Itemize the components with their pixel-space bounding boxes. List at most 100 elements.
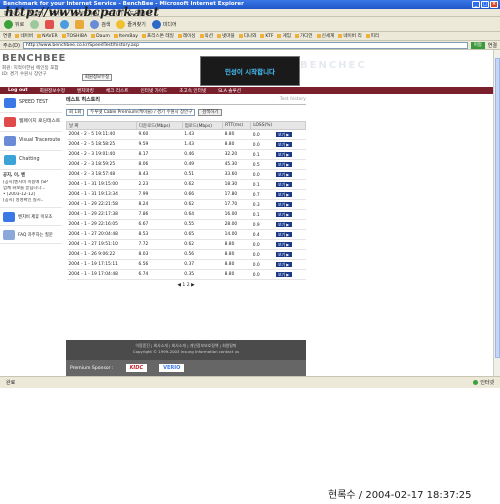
- count-select[interactable]: 회 1회: [66, 109, 85, 116]
- sidebar-item-speed-test[interactable]: SPEED TEST: [0, 94, 62, 113]
- sponsor-logo-verio[interactable]: VERIO: [159, 364, 185, 372]
- cell-rtt: 17.70: [222, 199, 251, 210]
- stop-button[interactable]: [45, 19, 55, 29]
- cell-rtt: 45.30: [222, 159, 251, 170]
- site-footer: 이용증진 | 회사소개 | 회사소개 | 개인정보보호정책 | 회원탈퇴 Cop…: [66, 340, 306, 360]
- view-detail-button[interactable]: 보기 ▶: [275, 201, 292, 207]
- favorite-link[interactable]: 디나와: [238, 33, 256, 39]
- favorite-link[interactable]: 옥션: [199, 33, 213, 39]
- loss-value: 0.0: [252, 132, 260, 138]
- home-button[interactable]: [75, 19, 85, 29]
- favorite-link[interactable]: TOSHIBA: [61, 33, 87, 39]
- page-icon: [338, 34, 343, 38]
- nav-checklist[interactable]: 체크 리스트: [100, 88, 135, 94]
- view-detail-button[interactable]: 보기 ▶: [275, 181, 292, 187]
- page-icon: [238, 34, 243, 38]
- minimize-button[interactable]: _: [472, 1, 480, 8]
- cell-upload: 0.49: [182, 159, 223, 170]
- forward-button[interactable]: [30, 19, 40, 29]
- sidebar-item-chatting[interactable]: Chatting: [0, 151, 62, 170]
- favorite-link[interactable]: 피리: [365, 33, 379, 39]
- page-icon: [260, 34, 265, 38]
- table-row: 2004 - 1 - 31 19:13:34 7.99 0.66 17.80 0.7 보기…: [66, 189, 306, 200]
- cell-rtt: 8.80: [222, 269, 251, 280]
- vertical-scrollbar[interactable]: [493, 50, 500, 376]
- view-detail-button[interactable]: 보기 ▶: [275, 131, 292, 137]
- view-detail-button[interactable]: 보기 ▶: [275, 241, 292, 247]
- search-button[interactable]: 검색하기: [198, 109, 223, 116]
- sidebar-item-traceroute[interactable]: Visual Traceroute: [0, 132, 62, 151]
- view-detail-button[interactable]: 보기 ▶: [275, 151, 292, 157]
- nav-benchmark[interactable]: 벤치마킹: [71, 88, 100, 94]
- view-detail-button[interactable]: 보기 ▶: [275, 271, 292, 277]
- maximize-button[interactable]: □: [481, 1, 489, 8]
- cell-loss: 0.9 보기 ▶: [250, 219, 306, 230]
- cell-upload: 0.62: [182, 179, 223, 190]
- sidebar-item-label: Visual Traceroute: [19, 138, 61, 144]
- user-info-line: ID: 경기 수원시 장안구: [2, 72, 47, 77]
- favorite-link[interactable]: 네이버: [15, 33, 33, 39]
- view-detail-button[interactable]: 보기 ▶: [275, 171, 292, 177]
- view-detail-button[interactable]: 보기 ▶: [275, 161, 292, 167]
- pagination[interactable]: ◀ 1 2 ▶: [66, 283, 306, 288]
- cell-date: 2004 - 2 - 3 18:59:25: [66, 159, 137, 170]
- favorite-link[interactable]: 가디언: [294, 33, 313, 39]
- loss-value: 0.9: [252, 222, 260, 228]
- search-button[interactable]: 검색: [90, 19, 110, 29]
- favorite-link[interactable]: 레이싱: [177, 33, 196, 39]
- nav-logout[interactable]: Log out: [2, 88, 34, 93]
- edit-member-button[interactable]: 회원정보수정: [82, 74, 112, 81]
- go-button[interactable]: 이동: [470, 41, 485, 49]
- notice-title[interactable]: 공지, 이, 벤: [3, 173, 59, 179]
- cell-upload: 0.62: [182, 199, 223, 210]
- cell-loss: 0.3 보기 ▶: [250, 199, 306, 210]
- view-detail-button[interactable]: 보기 ▶: [275, 261, 292, 267]
- cell-loss: 0.1 보기 ▶: [250, 209, 306, 220]
- favorite-link[interactable]: Daum: [91, 33, 110, 39]
- top-banner[interactable]: 민성이 시작합니다: [200, 56, 300, 86]
- refresh-icon: [60, 19, 70, 29]
- nav-broadband[interactable]: 초고속 인터넷: [173, 88, 212, 94]
- sponsor-logo-kidc[interactable]: KIDC: [125, 364, 148, 372]
- sidebar-item-label: Chatting: [19, 157, 40, 163]
- nav-guide[interactable]: 인터넷 가이드: [134, 88, 173, 94]
- copyright: Copyright © 1999-2003 Insung Information…: [132, 348, 240, 354]
- favorite-link[interactable]: 프리스톤 테일: [142, 33, 174, 39]
- nav-member[interactable]: 회원정보수정: [34, 88, 71, 94]
- site-logo[interactable]: BENCHBEE: [2, 53, 65, 64]
- refresh-button[interactable]: [60, 19, 70, 29]
- view-detail-button[interactable]: 보기 ▶: [275, 251, 292, 257]
- favorite-link[interactable]: 게임: [277, 33, 291, 39]
- cell-loss: 0.0 보기 ▶: [250, 129, 306, 140]
- view-detail-button[interactable]: 보기 ▶: [275, 141, 292, 147]
- view-detail-button[interactable]: 보기 ▶: [275, 211, 292, 217]
- sidebar-item-faq[interactable]: FAQ 자주하는 질문: [0, 226, 62, 244]
- provider-select[interactable]: 두루넷 Cable Premium(케이블) / 경기 수원시 장안구: [87, 109, 196, 116]
- page-icon: [277, 34, 282, 38]
- favorite-link[interactable]: NAVER: [37, 33, 58, 39]
- favorite-link[interactable]: 신세계: [316, 33, 334, 39]
- favorite-link[interactable]: 네이버 리: [338, 33, 362, 39]
- sidebar-item-partnership[interactable]: 벤치비 제휴 이모조: [0, 208, 62, 226]
- cell-rtt: 16.00: [222, 209, 251, 220]
- view-detail-button[interactable]: 보기 ▶: [275, 191, 292, 197]
- favorites-button[interactable]: 즐겨찾기: [116, 19, 146, 29]
- favorite-link[interactable]: 넷마블: [217, 33, 235, 39]
- nav-sla[interactable]: SLA 솔루션: [212, 88, 247, 94]
- cell-rtt: 8.80: [222, 139, 251, 150]
- url-input[interactable]: http://www.benchbee.co.kr/SpeedTest/hist…: [22, 41, 468, 49]
- view-detail-button[interactable]: 보기 ▶: [275, 221, 292, 227]
- cell-date: 2004 - 2 - 3 18:57:48: [66, 169, 137, 180]
- cell-date: 2004 - 1 - 29 22:16:05: [66, 219, 137, 230]
- notice-item[interactable]: [공지] 성명확인 실시..: [3, 198, 59, 204]
- cell-rtt: 8.80: [222, 249, 251, 260]
- links-toggle[interactable]: 연결: [488, 42, 497, 49]
- view-detail-button[interactable]: 보기 ▶: [275, 231, 292, 237]
- scrollbar-thumb[interactable]: [495, 58, 500, 358]
- favorite-link[interactable]: ItemBay: [113, 33, 138, 39]
- sidebar-item-web-loading[interactable]: 웹페이지 로딩테스트: [0, 113, 62, 132]
- favorite-link[interactable]: KTF: [260, 33, 273, 39]
- close-button[interactable]: ×: [490, 1, 498, 8]
- media-button[interactable]: 미디어: [151, 19, 177, 29]
- back-button[interactable]: 뒤로: [4, 19, 24, 29]
